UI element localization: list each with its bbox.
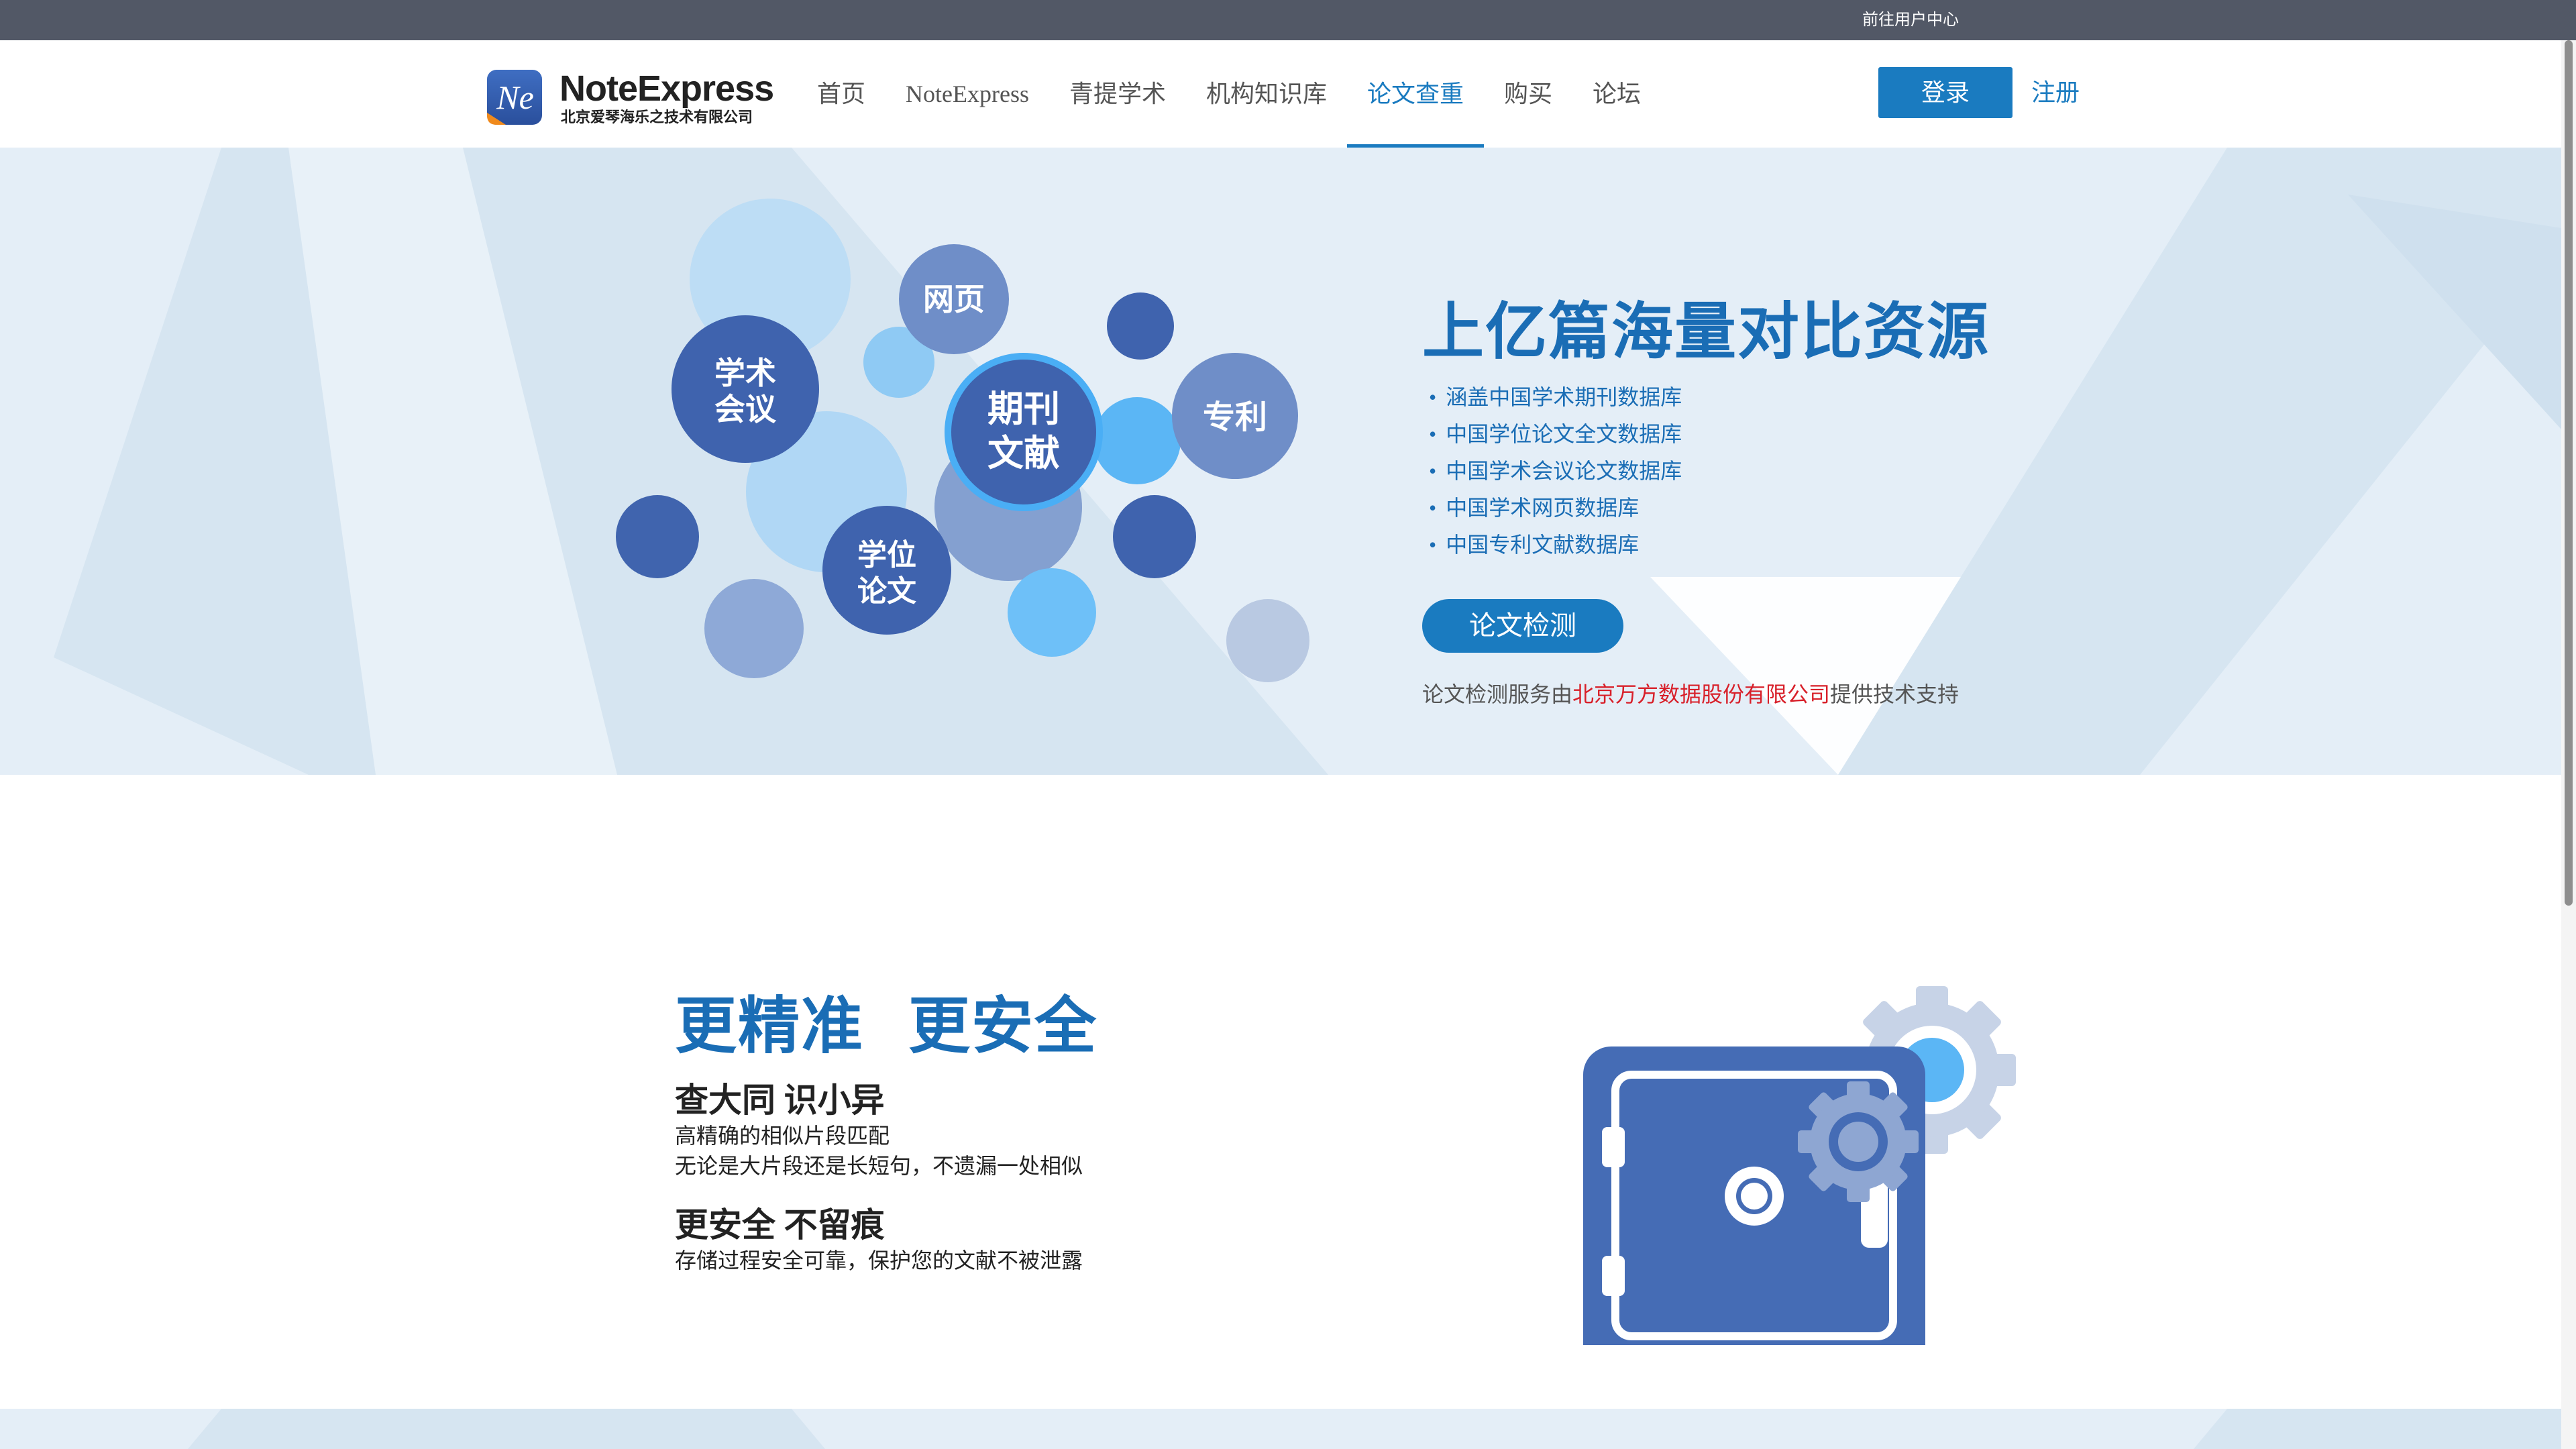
- decor-bubble: [1113, 495, 1196, 578]
- decor-bubble: [1093, 397, 1181, 484]
- list-item: 中国学术会议论文数据库: [1429, 453, 1682, 490]
- top-utility-bar: 前往用户中心: [0, 0, 2576, 40]
- resource-bubbles: 网页 学术 会议 专利 学位 论文 期刊 文献: [616, 199, 1309, 682]
- list-item: 中国学术网页数据库: [1429, 490, 1682, 527]
- list-item: 涵盖中国学术期刊数据库: [1429, 379, 1682, 416]
- next-section-preview: [0, 1409, 2561, 1449]
- decor-bubble: [704, 579, 804, 678]
- gear-icon: [1798, 1081, 1919, 1202]
- svg-text:网页: 网页: [923, 281, 985, 317]
- support-suffix: 提供技术支持: [1830, 682, 1960, 706]
- decor-bubble: [1008, 568, 1096, 657]
- list-item: 中国专利文献数据库: [1429, 527, 1682, 564]
- logo-company: 北京爱琴海乐之技术有限公司: [561, 109, 753, 125]
- svg-text:期刊: 期刊: [987, 388, 1060, 430]
- user-center-link[interactable]: 前往用户中心: [1862, 9, 1959, 31]
- decor-bubble: [1107, 292, 1174, 360]
- feature-title-part2: 更安全: [908, 992, 1098, 1061]
- database-list: 涵盖中国学术期刊数据库 中国学位论文全文数据库 中国学术会议论文数据库 中国学术…: [1429, 379, 1682, 564]
- svg-text:会议: 会议: [714, 391, 777, 427]
- logo-name: NoteExpress: [559, 68, 774, 109]
- nav-item-plagiarism-check[interactable]: 论文查重: [1347, 40, 1485, 148]
- feature-text: 高精确的相似片段匹配: [675, 1124, 890, 1148]
- list-item: 中国学位论文全文数据库: [1429, 416, 1682, 453]
- feature-block-security: 更安全 不留痕 存储过程安全可靠，保护您的文献不被泄露: [675, 1204, 1083, 1276]
- feature-block-accuracy: 查大同 识小异 高精确的相似片段匹配 无论是大片段还是长短句，不遗漏一处相似: [675, 1079, 1083, 1181]
- nav-item-repository[interactable]: 机构知识库: [1186, 40, 1347, 148]
- hero-banner: 网页 学术 会议 专利 学位 论文 期刊 文献 上亿篇海量对比资源 涵盖中国学术…: [0, 148, 2561, 775]
- page-scrollbar[interactable]: [2561, 40, 2576, 1449]
- feature-section: 更精准 更安全 查大同 识小异 高精确的相似片段匹配 无论是大片段还是长短句，不遗…: [0, 775, 2561, 1409]
- bubble-conference: 学术 会议: [672, 315, 819, 463]
- bubble-patent: 专利: [1172, 353, 1298, 479]
- decor-bubble: [616, 495, 699, 578]
- feature-heading: 更安全 不留痕: [675, 1206, 885, 1244]
- svg-text:学位: 学位: [857, 538, 916, 572]
- svg-text:文献: 文献: [987, 432, 1060, 474]
- site-header: Ne NoteExpress 北京爱琴海乐之技术有限公司 首页 NoteExpr…: [0, 40, 2576, 148]
- support-prefix: 论文检测服务由: [1422, 682, 1573, 706]
- support-note: 论文检测服务由北京万方数据股份有限公司提供技术支持: [1422, 678, 1959, 708]
- nav-item-qingti[interactable]: 青提学术: [1049, 40, 1186, 148]
- nav-item-home[interactable]: 首页: [813, 40, 885, 148]
- svg-text:论文: 论文: [857, 574, 916, 608]
- scrollbar-thumb[interactable]: [2565, 40, 2573, 906]
- feature-title-part1: 更精准: [675, 992, 865, 1061]
- login-button[interactable]: 登录: [1878, 67, 2012, 118]
- register-link[interactable]: 注册: [2031, 67, 2080, 118]
- bubble-web: 网页: [899, 244, 1009, 354]
- next-section-background: [188, 1409, 2561, 1449]
- svg-text:学术: 学术: [714, 355, 776, 391]
- decor-bubble: [1226, 599, 1309, 682]
- safe-icon: [1583, 986, 2016, 1345]
- bubble-journal: 期刊 文献: [945, 353, 1103, 511]
- nav-item-forum[interactable]: 论坛: [1572, 40, 1661, 148]
- feature-title: 更精准 更安全: [675, 976, 1097, 1065]
- feature-text: 存储过程安全可靠，保护您的文献不被泄露: [675, 1248, 1083, 1273]
- bubble-degree-thesis: 学位 论文: [822, 506, 951, 635]
- feature-text: 无论是大片段还是长短句，不遗漏一处相似: [675, 1154, 1083, 1178]
- nav-item-buy[interactable]: 购买: [1484, 40, 1572, 148]
- svg-text:Ne: Ne: [496, 78, 534, 116]
- nav-item-noteexpress[interactable]: NoteExpress: [885, 40, 1049, 148]
- feature-heading: 查大同 识小异: [675, 1081, 885, 1119]
- wanfang-link[interactable]: 北京万方数据股份有限公司: [1572, 682, 1830, 706]
- svg-text:专利: 专利: [1203, 398, 1267, 436]
- site-logo[interactable]: Ne NoteExpress 北京爱琴海乐之技术有限公司: [486, 68, 774, 129]
- paper-check-button[interactable]: 论文检测: [1422, 599, 1623, 653]
- main-nav: 首页 NoteExpress 青提学术 机构知识库 论文查重 购买 论坛: [813, 40, 1661, 148]
- hero-headline: 上亿篇海量对比资源: [1422, 298, 1990, 366]
- ne-logo-icon: Ne: [487, 70, 542, 125]
